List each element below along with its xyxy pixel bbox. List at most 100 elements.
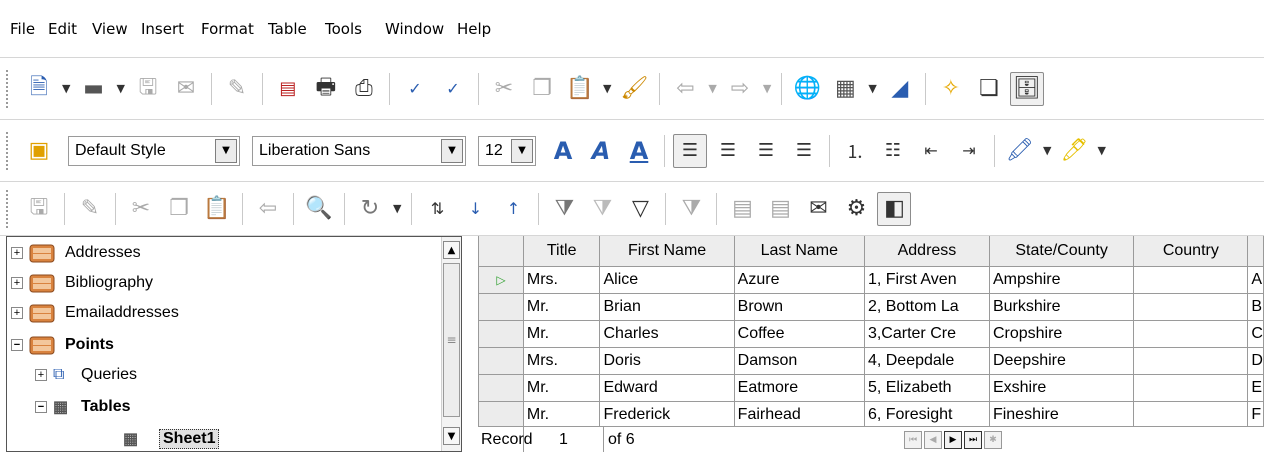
- column-header-first-name[interactable]: First Name: [599, 236, 735, 267]
- paste-icon[interactable]: 📋: [563, 72, 597, 106]
- styles-formatting-icon[interactable]: ▣: [22, 134, 56, 168]
- cut-icon[interactable]: ✂: [487, 72, 521, 106]
- chevron-down-icon[interactable]: ▼: [511, 138, 533, 163]
- expand-icon[interactable]: +: [11, 277, 23, 289]
- table-row[interactable]: ▷ Mrs. Alice Azure 1, First Aven Ampshir…: [478, 265, 1264, 294]
- table-dropdown-icon[interactable]: ▼: [868, 82, 876, 95]
- previous-record-icon[interactable]: ◀: [924, 430, 942, 449]
- cell-last-name[interactable]: Damson: [733, 346, 865, 375]
- menu-insert[interactable]: Insert: [141, 20, 184, 38]
- cell-first-name[interactable]: Charles: [599, 319, 735, 348]
- autospellcheck-icon[interactable]: ✓: [436, 72, 470, 106]
- align-left-icon[interactable]: ☰: [673, 133, 707, 168]
- paste-icon[interactable]: 📋: [200, 192, 234, 226]
- cell-last-name[interactable]: Eatmore: [733, 373, 865, 402]
- copy-icon[interactable]: ❐: [162, 192, 196, 226]
- tree-item-tables[interactable]: − ▦ Tables: [35, 391, 131, 423]
- font-name-combo[interactable]: Liberation Sans ▼: [252, 135, 466, 166]
- numbering-icon[interactable]: ⒈: [838, 134, 872, 168]
- first-record-icon[interactable]: ⏮: [904, 430, 922, 449]
- collapse-icon[interactable]: −: [35, 401, 47, 413]
- tree-item-emailaddresses[interactable]: + Emailaddresses: [11, 297, 179, 329]
- gallery-icon[interactable]: ❏: [972, 72, 1006, 106]
- cell-state-county[interactable]: Fineshire: [988, 400, 1135, 429]
- align-right-icon[interactable]: ☰: [749, 134, 783, 168]
- new-record-icon[interactable]: ✱: [984, 430, 1002, 449]
- row-header-corner[interactable]: [478, 236, 524, 267]
- scroll-up-icon[interactable]: ▲: [443, 241, 460, 259]
- sort-descending-icon[interactable]: ↑: [496, 192, 530, 226]
- templates-icon[interactable]: ▬: [76, 72, 110, 106]
- column-header-state-county[interactable]: State/County: [988, 236, 1135, 267]
- new-dropdown-icon[interactable]: ▼: [62, 82, 70, 95]
- mail-merge-icon[interactable]: ✉: [801, 192, 835, 226]
- font-color-icon[interactable]: 🖍: [1003, 134, 1037, 168]
- cell-first-name[interactable]: Brian: [599, 292, 735, 321]
- cell-address[interactable]: 2, Bottom La: [863, 292, 990, 321]
- cell-address[interactable]: 6, Foresight: [863, 400, 990, 429]
- cell-next[interactable]: C: [1247, 319, 1264, 348]
- underline-icon[interactable]: A: [622, 134, 656, 168]
- tree-item-addresses[interactable]: + Addresses: [11, 237, 141, 269]
- row-handle[interactable]: [478, 292, 524, 321]
- table-row[interactable]: Mr. Frederick Fairhead 6, Foresight Fine…: [478, 400, 1264, 429]
- table-icon[interactable]: ▦: [828, 72, 862, 106]
- scroll-down-icon[interactable]: ▼: [443, 427, 460, 445]
- explorer-toggle-icon[interactable]: ◧: [877, 191, 912, 226]
- menu-edit[interactable]: Edit: [48, 20, 77, 38]
- copy-icon[interactable]: ❐: [525, 72, 559, 106]
- row-handle[interactable]: [478, 319, 524, 348]
- cell-state-county[interactable]: Cropshire: [988, 319, 1135, 348]
- hyperlink-icon[interactable]: 🌐: [790, 72, 824, 106]
- cell-state-county[interactable]: Deepshire: [988, 346, 1135, 375]
- highlighting-icon[interactable]: 🖊: [1057, 134, 1091, 168]
- print-preview-icon[interactable]: ⎙: [347, 72, 381, 106]
- spellcheck-icon[interactable]: ✓: [398, 72, 432, 106]
- italic-icon[interactable]: A: [584, 134, 618, 168]
- redo-dropdown-icon[interactable]: ▼: [763, 82, 771, 95]
- cell-last-name[interactable]: Azure: [733, 265, 865, 294]
- column-header-title[interactable]: Title: [522, 236, 601, 267]
- chevron-down-icon[interactable]: ▼: [215, 138, 237, 163]
- data-sources-icon[interactable]: 🗄: [1009, 71, 1044, 106]
- cell-country[interactable]: [1133, 319, 1249, 348]
- paste-dropdown-icon[interactable]: ▼: [603, 82, 611, 95]
- edit-data-icon[interactable]: ✎: [73, 192, 107, 226]
- cell-country[interactable]: [1133, 346, 1249, 375]
- row-handle[interactable]: [478, 346, 524, 375]
- data-to-fields-icon[interactable]: ▤: [763, 192, 797, 226]
- record-number-field[interactable]: 1: [524, 426, 604, 452]
- font-color-dropdown-icon[interactable]: ▼: [1043, 144, 1051, 157]
- cell-next[interactable]: E: [1247, 373, 1264, 402]
- row-handle[interactable]: [478, 400, 524, 429]
- table-row[interactable]: Mr. Charles Coffee 3,Carter Cre Cropshir…: [478, 319, 1264, 348]
- column-header-last-name[interactable]: Last Name: [733, 236, 865, 267]
- refresh-dropdown-icon[interactable]: ▼: [393, 202, 401, 215]
- bold-icon[interactable]: A: [546, 134, 580, 168]
- cell-last-name[interactable]: Coffee: [733, 319, 865, 348]
- cell-first-name[interactable]: Edward: [599, 373, 735, 402]
- templates-dropdown-icon[interactable]: ▼: [116, 82, 124, 95]
- increase-indent-icon[interactable]: ⇥: [952, 134, 986, 168]
- menu-window[interactable]: Window: [385, 20, 444, 38]
- tree-scrollbar[interactable]: ▲ ≡ ▼: [441, 237, 461, 451]
- cell-address[interactable]: 1, First Aven: [863, 265, 990, 294]
- highlighting-dropdown-icon[interactable]: ▼: [1097, 144, 1105, 157]
- cell-country[interactable]: [1133, 265, 1249, 294]
- apply-filter-icon[interactable]: ⧩: [585, 192, 619, 226]
- refresh-icon[interactable]: ↻: [353, 192, 387, 226]
- cell-next[interactable]: F: [1247, 400, 1264, 429]
- cell-last-name[interactable]: Fairhead: [733, 400, 865, 429]
- cell-title[interactable]: Mr.: [522, 319, 601, 348]
- save-record-icon[interactable]: 🖫: [22, 192, 56, 226]
- undo-icon[interactable]: ⇦: [251, 192, 285, 226]
- draw-functions-icon[interactable]: ◢: [883, 72, 917, 106]
- sort-ascending-icon[interactable]: ↓: [458, 192, 492, 226]
- current-row-marker[interactable]: ▷: [478, 265, 524, 294]
- navigator-icon[interactable]: ✧: [934, 72, 968, 106]
- expand-icon[interactable]: +: [11, 307, 23, 319]
- sort-icon[interactable]: ⇅: [420, 192, 454, 226]
- cell-first-name[interactable]: Frederick: [599, 400, 735, 429]
- cell-title[interactable]: Mrs.: [522, 346, 601, 375]
- collapse-icon[interactable]: −: [11, 339, 23, 351]
